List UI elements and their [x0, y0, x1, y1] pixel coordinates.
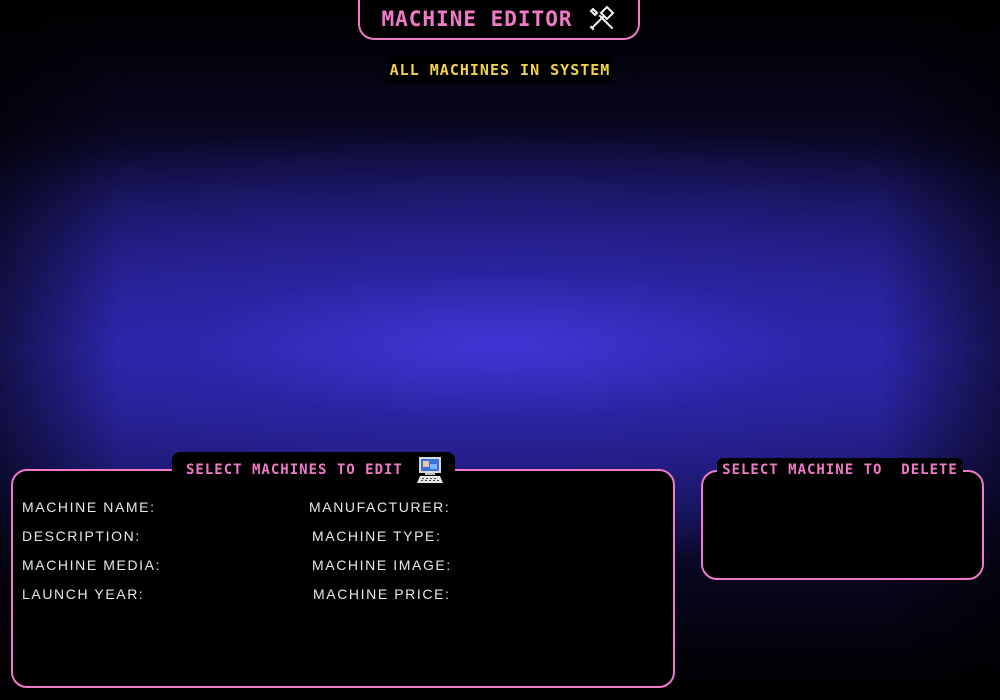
subtitle-text: ALL MACHINES IN SYSTEM: [389, 60, 611, 79]
delete-panel-heading: SELECT MACHINE TO DELETE: [722, 462, 958, 478]
page-title: MACHINE EDITOR: [381, 7, 573, 31]
computer-icon: [416, 457, 443, 483]
launch-year-label: LAUNCH YEAR:: [22, 586, 145, 602]
machine-price-label: MACHINE PRICE:: [313, 586, 451, 602]
machine-image-label: MACHINE IMAGE:: [312, 557, 452, 573]
description-label: DESCRIPTION:: [22, 528, 141, 544]
delete-machine-panel: [701, 470, 984, 580]
subtitle-label: ALL MACHINES IN SYSTEM: [387, 56, 613, 83]
manufacturer-label: MANUFACTURER:: [309, 499, 451, 515]
machine-name-label: MACHINE NAME:: [22, 499, 156, 515]
delete-panel-header: SELECT MACHINE TO DELETE: [717, 458, 963, 482]
edit-panel-heading: SELECT MACHINES TO EDIT: [186, 462, 403, 478]
machine-media-label: MACHINE MEDIA:: [22, 557, 162, 573]
machine-type-label: MACHINE TYPE:: [312, 528, 442, 544]
edit-panel-header: SELECT MACHINES TO EDIT: [172, 452, 455, 488]
wrench-screwdriver-icon: [589, 5, 614, 31]
title-banner: MACHINE EDITOR: [358, 0, 640, 40]
